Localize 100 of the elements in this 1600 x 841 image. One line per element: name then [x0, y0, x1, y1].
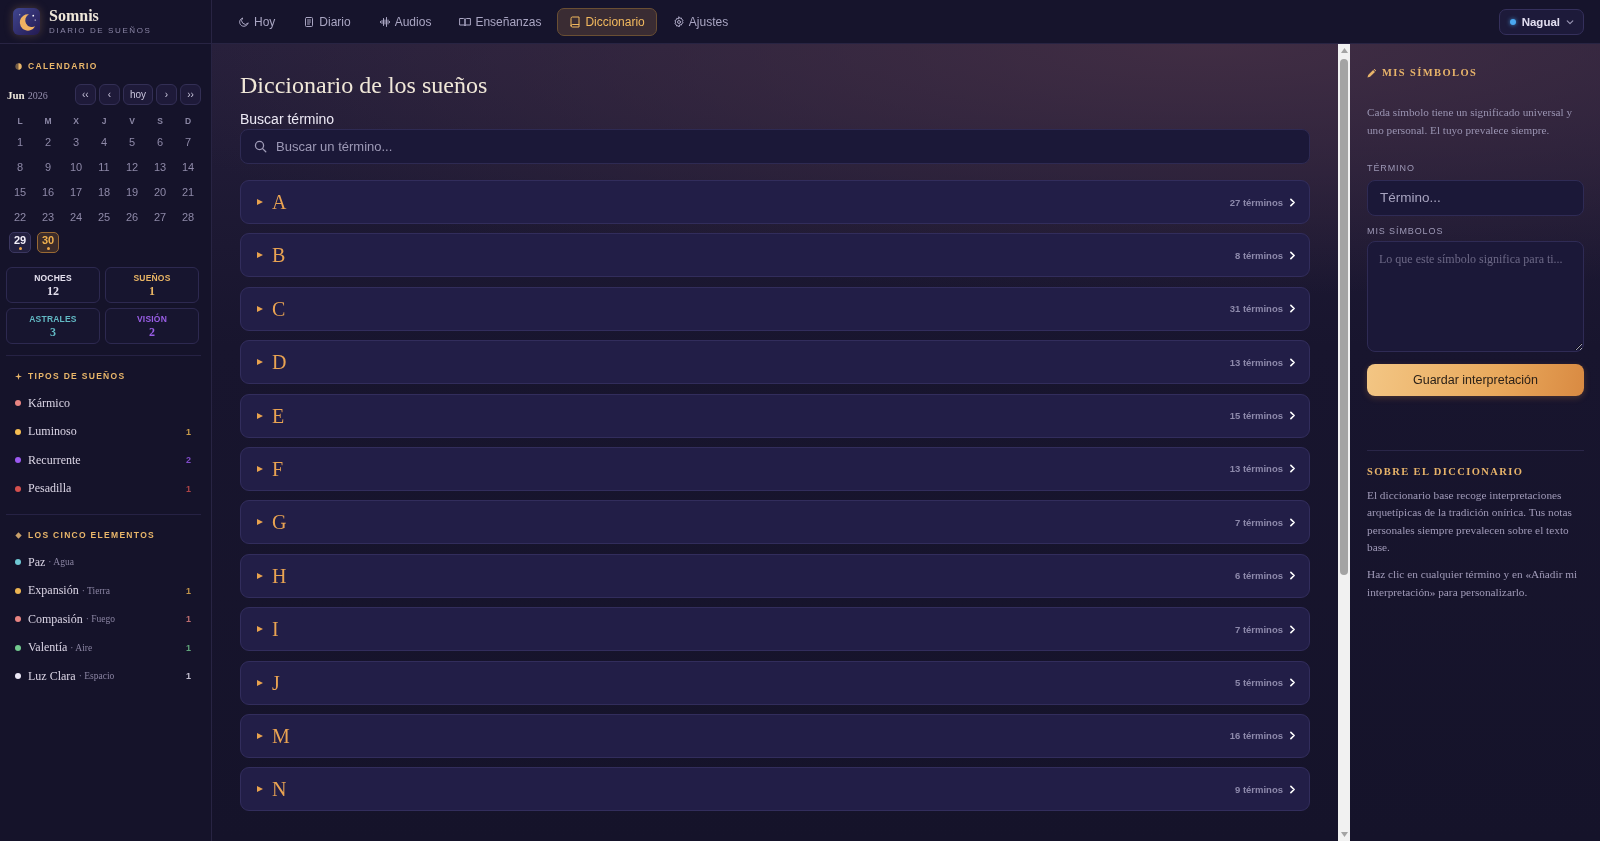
letter-heading: N — [272, 777, 287, 802]
calendar-day[interactable]: 19 — [121, 182, 143, 203]
calendar-day[interactable]: 7 — [177, 132, 199, 153]
calendar-day[interactable]: 29 — [9, 232, 31, 253]
calendar-day[interactable]: 5 — [121, 132, 143, 153]
calendar-day[interactable]: 13 — [149, 157, 171, 178]
save-button[interactable]: Guardar interpretación — [1367, 363, 1584, 396]
calendar-day[interactable]: 14 — [177, 157, 199, 178]
stat-value: 1 — [149, 285, 155, 297]
dream-type-label: Luminoso — [28, 424, 77, 440]
calendar-day[interactable]: 4 — [93, 132, 115, 153]
count-label: 1 — [186, 614, 191, 625]
calendar-day[interactable]: 27 — [149, 207, 171, 228]
term-count: 6 términos — [1234, 570, 1283, 582]
half-circle-icon — [15, 62, 22, 70]
calendar-day[interactable]: 22 — [9, 207, 31, 228]
letter-heading: J — [272, 670, 280, 695]
letter-row[interactable]: M 16 términos — [240, 713, 1310, 758]
letter-row[interactable]: B 8 términos — [240, 233, 1310, 278]
letter-row[interactable]: D 13 términos — [240, 340, 1310, 385]
letter-row[interactable]: C 31 términos — [240, 286, 1310, 331]
element-detail: · Agua — [48, 557, 74, 568]
letter-row[interactable]: F 13 términos — [240, 446, 1310, 491]
term-count: 7 términos — [1234, 516, 1283, 528]
calendar-nav-button[interactable]: ›› — [180, 84, 201, 105]
calendar-day[interactable]: 6 — [149, 132, 171, 153]
section-heading: MIS SÍMBOLOS — [1382, 67, 1478, 79]
calendar-day[interactable]: 3 — [65, 132, 87, 153]
dot-icon — [18, 247, 22, 250]
weekday-label: L — [16, 116, 24, 126]
letter-row[interactable]: G 7 términos — [240, 500, 1310, 545]
calendar-day[interactable]: 10 — [65, 157, 87, 178]
calendar-day[interactable]: 18 — [93, 182, 115, 203]
nav-tab[interactable]: Diccionario — [557, 7, 657, 36]
symbols-textarea[interactable]: Lo que este símbolo significa para ti... — [1367, 240, 1584, 352]
nav-tab[interactable]: Hoy — [226, 7, 288, 36]
weekday-label: M — [43, 116, 53, 126]
calendar-day[interactable]: 8 — [9, 157, 31, 178]
element-label: Luz Clara — [28, 668, 76, 684]
chevron-down-icon — [1566, 17, 1574, 26]
up-arrow-icon — [1340, 48, 1348, 53]
calendar-day[interactable]: 23 — [37, 207, 59, 228]
letter-row[interactable]: A 27 términos — [240, 180, 1310, 224]
term-count: 8 términos — [1234, 249, 1283, 261]
letter-row[interactable]: I 7 términos — [240, 607, 1310, 652]
term-count: 9 términos — [1234, 783, 1283, 795]
term-count: 7 términos — [1234, 623, 1283, 635]
term-count: 15 términos — [1229, 410, 1283, 422]
calendar-day[interactable]: 16 — [37, 182, 59, 203]
letter-heading: M — [272, 723, 290, 748]
term-field[interactable]: Término... — [1367, 179, 1584, 216]
calendar-day[interactable]: 25 — [93, 207, 115, 228]
weekday-label: S — [156, 116, 164, 126]
calendar-nav-button[interactable]: › — [156, 84, 177, 105]
letter-row[interactable]: N 9 términos — [240, 767, 1310, 812]
nav-tab[interactable]: Enseñanzas — [447, 7, 554, 36]
chevron-right-icon — [1288, 517, 1297, 527]
letter-row[interactable]: E 15 términos — [240, 393, 1310, 438]
letter-row[interactable]: H 6 términos — [240, 553, 1310, 598]
letter-row[interactable]: J 5 términos — [240, 660, 1310, 705]
letter-heading: E — [272, 403, 285, 428]
nav-tab[interactable]: Diario — [291, 7, 363, 36]
scrollbar[interactable] — [1338, 44, 1350, 841]
weekday-label: V — [128, 116, 136, 126]
calendar-nav-button[interactable]: ‹‹ — [74, 84, 96, 105]
calendar-nav-button[interactable]: ‹ — [98, 84, 120, 105]
section-heading: TIPOS DE SUEÑOS — [28, 370, 126, 382]
settings-icon — [672, 15, 685, 28]
calendar-day[interactable]: 1 — [9, 132, 31, 153]
stat-value: 12 — [47, 285, 59, 297]
moon-icon — [238, 15, 250, 28]
calendar-day[interactable]: 26 — [121, 207, 143, 228]
calendar-day[interactable]: 20 — [149, 182, 171, 203]
dream-type-label: Pesadilla — [28, 481, 72, 497]
calendar-day[interactable]: 24 — [65, 207, 87, 228]
nav-tab[interactable]: Audios — [366, 7, 444, 36]
calendar-day[interactable]: 12 — [121, 157, 143, 178]
calendar-day[interactable]: 11 — [93, 157, 115, 178]
calendar-nav-button[interactable]: hoy — [122, 84, 153, 105]
calendar-day[interactable]: 9 — [37, 157, 59, 178]
calendar-day[interactable]: 21 — [177, 182, 199, 203]
profile-dropdown[interactable]: Nagual — [1498, 8, 1584, 35]
chevron-right-icon — [1288, 678, 1297, 687]
field-label: Buscar término — [240, 110, 336, 128]
letter-heading: D — [272, 350, 287, 375]
calendar-day[interactable]: 2 — [37, 132, 59, 153]
book-icon — [569, 15, 582, 28]
paragraph: El diccionario base recoge interpretaciones arquetípicas de la tradición onírica. Tus notas personales siempre prevalecen sobre el texto base. — [1367, 487, 1573, 555]
calendar-day[interactable]: 17 — [65, 182, 87, 203]
calendar-day[interactable]: 28 — [177, 207, 199, 228]
calendar-day[interactable]: 15 — [9, 182, 31, 203]
term-count: 13 términos — [1229, 463, 1283, 475]
letter-heading: G — [272, 510, 287, 535]
dream-type-label: Recurrente — [28, 452, 81, 468]
nav-tab[interactable]: Ajustes — [660, 7, 741, 36]
element-detail: · Aire — [70, 642, 93, 653]
calendar-day[interactable]: 30 — [37, 232, 59, 253]
search-field[interactable]: Buscar un término... — [240, 129, 1310, 164]
page-title: Diccionario de los sueños — [240, 71, 489, 100]
element-label: Valentía — [28, 640, 68, 656]
